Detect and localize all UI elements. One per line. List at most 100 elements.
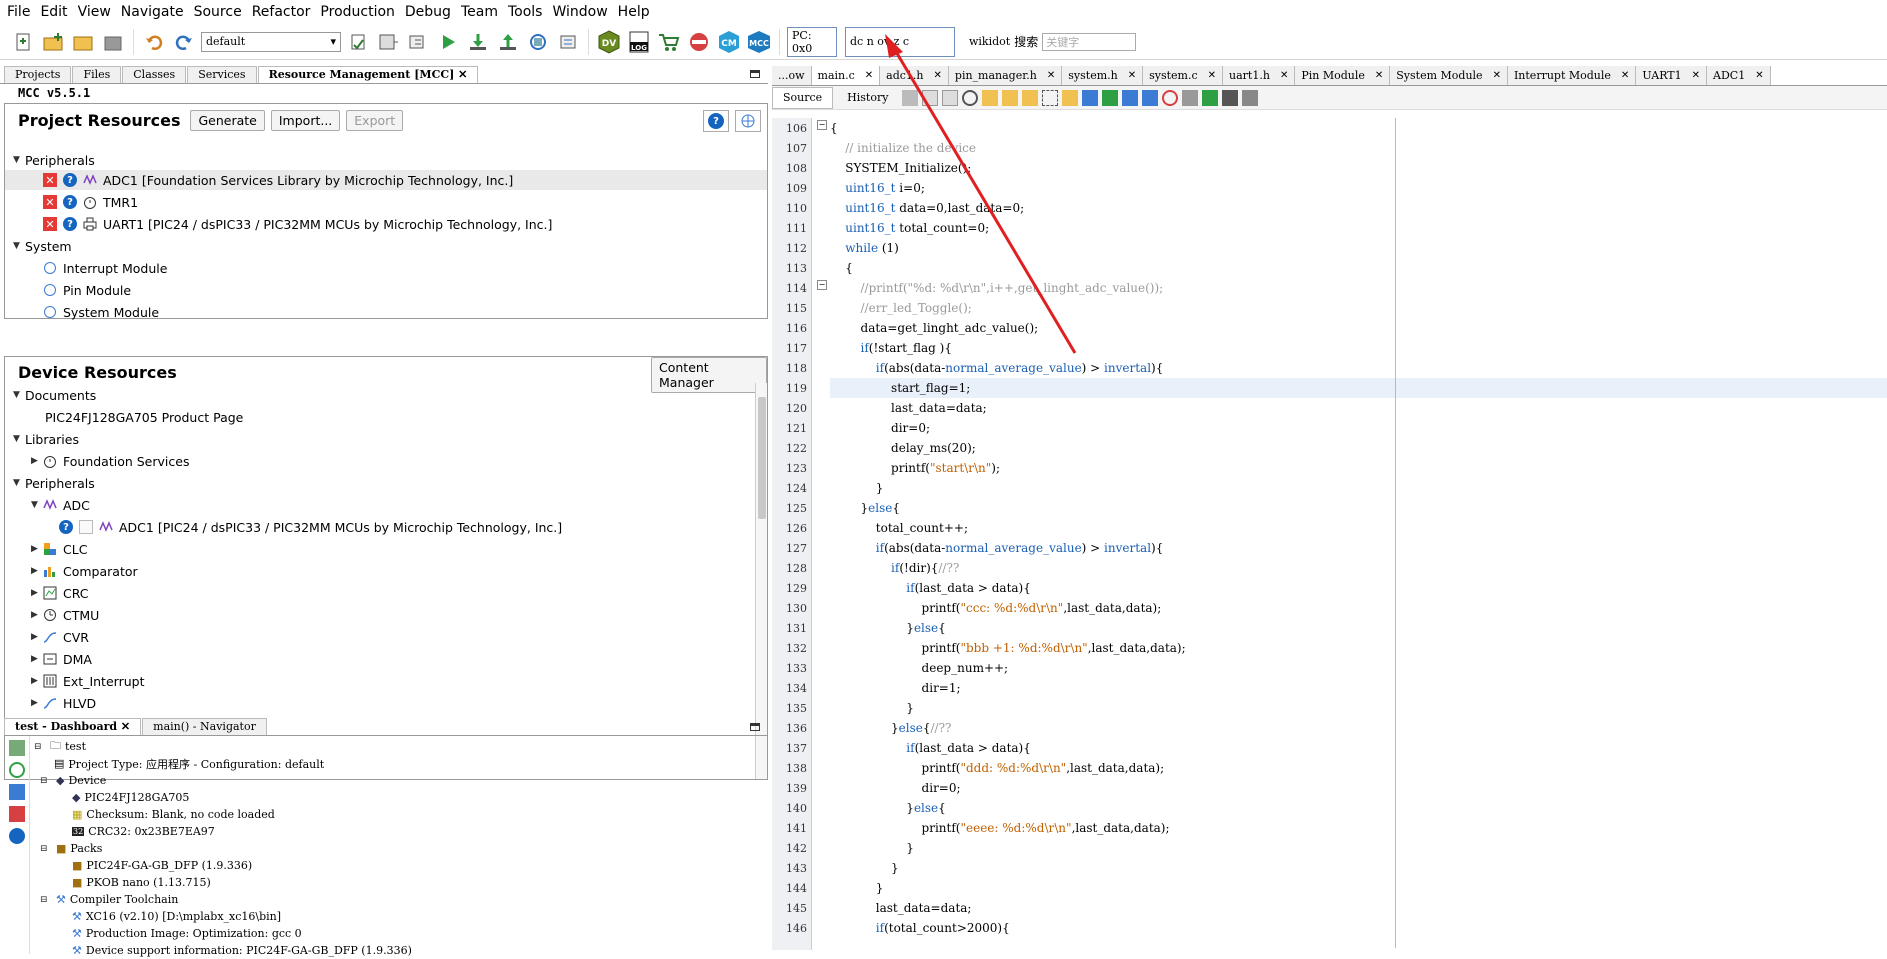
menu-team[interactable]: Team [456, 0, 503, 24]
menu-view[interactable]: View [73, 0, 116, 24]
content-manager-button[interactable]: Content Manager [651, 357, 767, 393]
close-icon[interactable]: ✕ [1493, 70, 1501, 81]
sync-icon[interactable] [9, 762, 25, 778]
find-previous-icon[interactable] [982, 89, 999, 106]
editor-tab-uart1-h[interactable]: uart1.h ✕ [1223, 66, 1296, 85]
tree-clc[interactable]: ▶ CLC [31, 539, 87, 559]
remove-icon[interactable]: ✕ [43, 173, 57, 187]
tab-classes[interactable]: Classes [122, 66, 187, 83]
reset-icon[interactable] [525, 29, 551, 55]
scrollbar-thumb[interactable] [758, 397, 766, 519]
redo-icon[interactable] [171, 29, 197, 55]
mcc-icon[interactable]: MCC [746, 29, 772, 55]
close-icon[interactable]: ✕ [934, 70, 942, 81]
editor-tab-pin-module[interactable]: Pin Module ✕ [1295, 66, 1391, 85]
forward-icon[interactable] [942, 89, 959, 106]
editor-tab-adc1[interactable]: ADC1 ✕ [1707, 66, 1771, 85]
menu-help[interactable]: Help [613, 0, 655, 24]
dash-packs[interactable]: ⊟ ■ Packs [40, 840, 102, 857]
refresh-icon[interactable] [9, 740, 25, 756]
menu-window[interactable]: Window [547, 0, 612, 24]
editor-tab--ow[interactable]: ...ow [772, 66, 812, 85]
editor-tab-uart1[interactable]: UART1 ✕ [1636, 66, 1708, 85]
undo-icon[interactable] [141, 29, 167, 55]
back-icon[interactable] [922, 89, 939, 106]
import-button[interactable]: Import... [270, 110, 341, 131]
menu-source[interactable]: Source [189, 0, 247, 24]
close-icon[interactable]: ✕ [1208, 70, 1216, 81]
format-icon[interactable] [1242, 89, 1259, 106]
close-icon[interactable]: ✕ [1280, 70, 1288, 81]
tree-peripherals[interactable]: ▼ Peripherals [13, 473, 95, 493]
product-page-link[interactable]: PIC24FJ128GA705 Product Page [45, 407, 243, 427]
menu-production[interactable]: Production [315, 0, 399, 24]
configuration-select[interactable]: default ▾ [201, 31, 341, 52]
tree-crc[interactable]: ▶ CRC [31, 583, 89, 603]
help-icon[interactable] [9, 828, 25, 844]
open-project-icon[interactable] [70, 29, 96, 55]
program-device-icon[interactable] [465, 29, 491, 55]
run-icon[interactable] [435, 29, 461, 55]
set-config-icon[interactable] [345, 29, 371, 55]
uncomment-icon[interactable] [1222, 89, 1239, 106]
close-icon[interactable]: ✕ [121, 720, 130, 733]
new-project-icon[interactable] [40, 29, 66, 55]
project-system-interrupt-module[interactable]: Interrupt Module [43, 258, 167, 278]
tree-ctmu[interactable]: ▶ CTMU [31, 605, 99, 625]
fold-icon[interactable]: − [817, 120, 827, 130]
clean-build-icon[interactable] [405, 29, 431, 55]
record-macro-icon[interactable] [1162, 89, 1179, 106]
project-peripheral-uart1[interactable]: ✕? UART1 [PIC24 / dsPIC33 / PIC32MM MCUs … [43, 214, 552, 234]
add-checkbox[interactable] [79, 520, 93, 534]
toggle-bookmark-icon[interactable] [1102, 89, 1119, 106]
chip-icon[interactable] [9, 784, 25, 800]
build-dropdown-icon[interactable] [375, 29, 401, 55]
project-peripheral-tmr1[interactable]: ✕? TMR1 [43, 192, 138, 212]
tree-comparator[interactable]: ▶ Comparator [31, 561, 138, 581]
minimize-icon[interactable] [750, 70, 760, 78]
minimize-icon[interactable] [750, 723, 760, 731]
dash-root[interactable]: ⊟ 🗀 test [34, 738, 86, 755]
menu-refactor[interactable]: Refactor [247, 0, 316, 24]
menu-navigate[interactable]: Navigate [116, 0, 189, 24]
help-icon[interactable]: ? [59, 520, 73, 534]
tab-dashboard[interactable]: test - Dashboard ✕ [4, 718, 142, 735]
history-tab[interactable]: History [837, 91, 898, 104]
tree-cvr[interactable]: ▶ CVR [31, 627, 89, 647]
tree-peripherals-group[interactable]: ▼ Peripherals [13, 150, 95, 170]
help-icon[interactable]: ? [63, 173, 77, 187]
find-icon[interactable] [962, 89, 979, 106]
close-icon[interactable]: ✕ [1375, 70, 1383, 81]
help-icon[interactable]: ? [703, 110, 729, 132]
tree-hlvd[interactable]: ▶ HLVD [31, 693, 96, 713]
cart-icon[interactable] [656, 29, 682, 55]
editor-tab-system-h[interactable]: system.h ✕ [1062, 66, 1144, 85]
editor-tab-adc1-h[interactable]: adc1.h ✕ [880, 66, 949, 85]
menu-file[interactable]: File [2, 0, 35, 24]
close-icon[interactable]: ✕ [865, 70, 873, 81]
close-icon[interactable]: ✕ [1047, 70, 1055, 81]
close-icon[interactable]: ✕ [1755, 70, 1763, 81]
cm-icon[interactable]: CM [716, 29, 742, 55]
help-icon[interactable]: ? [63, 217, 77, 231]
remove-icon[interactable]: ✕ [43, 195, 57, 209]
project-system-system-module[interactable]: System Module [43, 302, 159, 322]
tab-projects[interactable]: Projects [4, 66, 72, 83]
tree-system-group[interactable]: ▼ System [13, 236, 72, 256]
close-icon[interactable]: ✕ [1128, 70, 1136, 81]
menu-debug[interactable]: Debug [400, 0, 456, 24]
globe-icon[interactable] [735, 110, 761, 132]
editor-tab-main-c[interactable]: main.c ✕ [811, 66, 881, 85]
new-file-icon[interactable] [10, 29, 36, 55]
dash-compiler[interactable]: ⊟ ⚒ Compiler Toolchain [40, 891, 178, 908]
tree-documents[interactable]: ▼ Documents [13, 385, 96, 405]
editor-tab-system-module[interactable]: System Module ✕ [1390, 66, 1508, 85]
dash-device[interactable]: ⊟ ◆ Device [40, 772, 106, 789]
tab-resource-management[interactable]: Resource Management [MCC] ✕ [257, 66, 479, 83]
tree-foundation-services[interactable]: ▶ Foundation Services [31, 451, 189, 471]
harmony-icon[interactable] [686, 29, 712, 55]
project-system-pin-module[interactable]: Pin Module [43, 280, 131, 300]
last-edit-icon[interactable] [902, 89, 919, 106]
find-next-icon[interactable] [1002, 89, 1019, 106]
comment-icon[interactable] [1202, 89, 1219, 106]
